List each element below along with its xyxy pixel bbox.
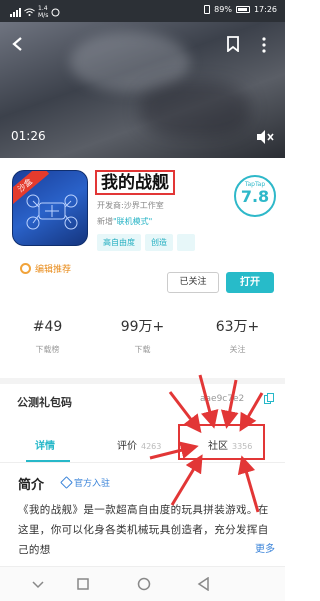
tag-list: 高自由度 创造 xyxy=(97,234,195,251)
warship-illustration xyxy=(26,194,78,230)
active-tab-indicator xyxy=(26,460,70,462)
nav-circle-icon[interactable] xyxy=(137,577,151,591)
wifi-icon xyxy=(24,8,35,16)
open-button[interactable]: 打开 xyxy=(226,272,274,293)
vibrate-icon xyxy=(204,5,211,14)
update-mode: "联机模式" xyxy=(113,217,153,226)
game-icon: 沙盒 xyxy=(12,170,88,246)
official-diamond-icon xyxy=(60,476,73,489)
tab-count: 4263 xyxy=(141,442,162,451)
follow-button[interactable]: 已关注 xyxy=(167,272,219,293)
stat-follows: 63万+ 关注 xyxy=(190,318,285,355)
recommend-icon xyxy=(20,263,31,274)
tab-details[interactable]: 详情 xyxy=(35,437,55,452)
stat-downloads: 99万+ 下载 xyxy=(95,318,190,355)
network-speed-unit: M/s xyxy=(38,12,49,19)
stat-value: 63万+ xyxy=(215,319,260,335)
more-vertical-icon[interactable] xyxy=(259,36,269,54)
recommend-label: 编辑推荐 xyxy=(35,265,72,275)
arrow xyxy=(168,391,202,434)
nav-back-icon[interactable] xyxy=(32,578,44,590)
video-time: 01:26 xyxy=(11,129,46,143)
tag-more[interactable] xyxy=(177,234,195,251)
more-link[interactable]: 更多 xyxy=(253,540,275,555)
arrow xyxy=(170,454,203,506)
tab-label: 详情 xyxy=(35,441,55,452)
gift-code[interactable]: aae9c7e2 xyxy=(200,394,244,404)
community-highlight-box xyxy=(178,424,265,460)
status-bar: 1.4 M/s 89% 17:26 xyxy=(0,0,285,22)
gift-code-label: 公测礼包码 xyxy=(17,396,72,409)
copy-icon[interactable] xyxy=(264,393,274,404)
stat-value: 99万+ xyxy=(120,319,165,335)
tag-item[interactable]: 高自由度 xyxy=(97,234,141,251)
mute-icon[interactable] xyxy=(256,129,274,145)
bookmark-icon[interactable] xyxy=(226,36,240,52)
update-note: 新增"联机模式" xyxy=(97,216,152,227)
stat-label: 关注 xyxy=(229,345,246,354)
intro-text: 《我的战舰》是一款超高自由度的玩具拼装游戏。在这里，你可以化身各类机械玩具创造者… xyxy=(18,504,269,556)
update-prefix: 新增 xyxy=(97,217,113,226)
stat-value: #49 xyxy=(32,319,63,335)
nav-home-icon[interactable] xyxy=(77,578,89,590)
stat-label: 下载 xyxy=(134,345,151,354)
developer[interactable]: 开发商:沙界工作室 xyxy=(97,200,164,211)
back-arrow-icon[interactable] xyxy=(10,36,26,52)
network-speed: 1.4 xyxy=(38,5,48,12)
alarm-icon xyxy=(51,8,60,16)
game-title: 我的战舰 xyxy=(101,173,169,193)
rating-badge[interactable]: TapTap 7.8 xyxy=(234,175,276,217)
arrow xyxy=(239,392,264,432)
stat-rank[interactable]: #49 下载榜 xyxy=(0,318,95,355)
clock: 17:26 xyxy=(253,5,277,14)
battery-text: 89% xyxy=(214,5,232,14)
system-nav-bar xyxy=(0,566,285,601)
tab-label: 评价 xyxy=(117,441,137,452)
section-divider xyxy=(0,378,285,384)
video-player[interactable]: 01:26 xyxy=(0,22,285,158)
official-label: 官方入驻 xyxy=(74,479,111,489)
official-badge[interactable]: 官方入驻 xyxy=(60,476,111,489)
stat-label: 下载榜 xyxy=(35,345,60,354)
rating-value: 7.8 xyxy=(240,187,270,206)
intro-title: 简介 xyxy=(18,478,45,493)
title-highlight-box: 我的战舰 xyxy=(95,170,175,195)
tag-item[interactable]: 创造 xyxy=(145,234,173,251)
nav-triangle-icon[interactable] xyxy=(197,577,210,591)
battery-icon xyxy=(235,6,250,13)
tab-reviews[interactable]: 评价 4263 xyxy=(117,437,161,452)
stats-row: #49 下载榜 99万+ 下载 63万+ 关注 xyxy=(0,318,285,362)
signal-icon xyxy=(10,7,21,17)
editor-recommend: 编辑推荐 xyxy=(20,262,71,275)
